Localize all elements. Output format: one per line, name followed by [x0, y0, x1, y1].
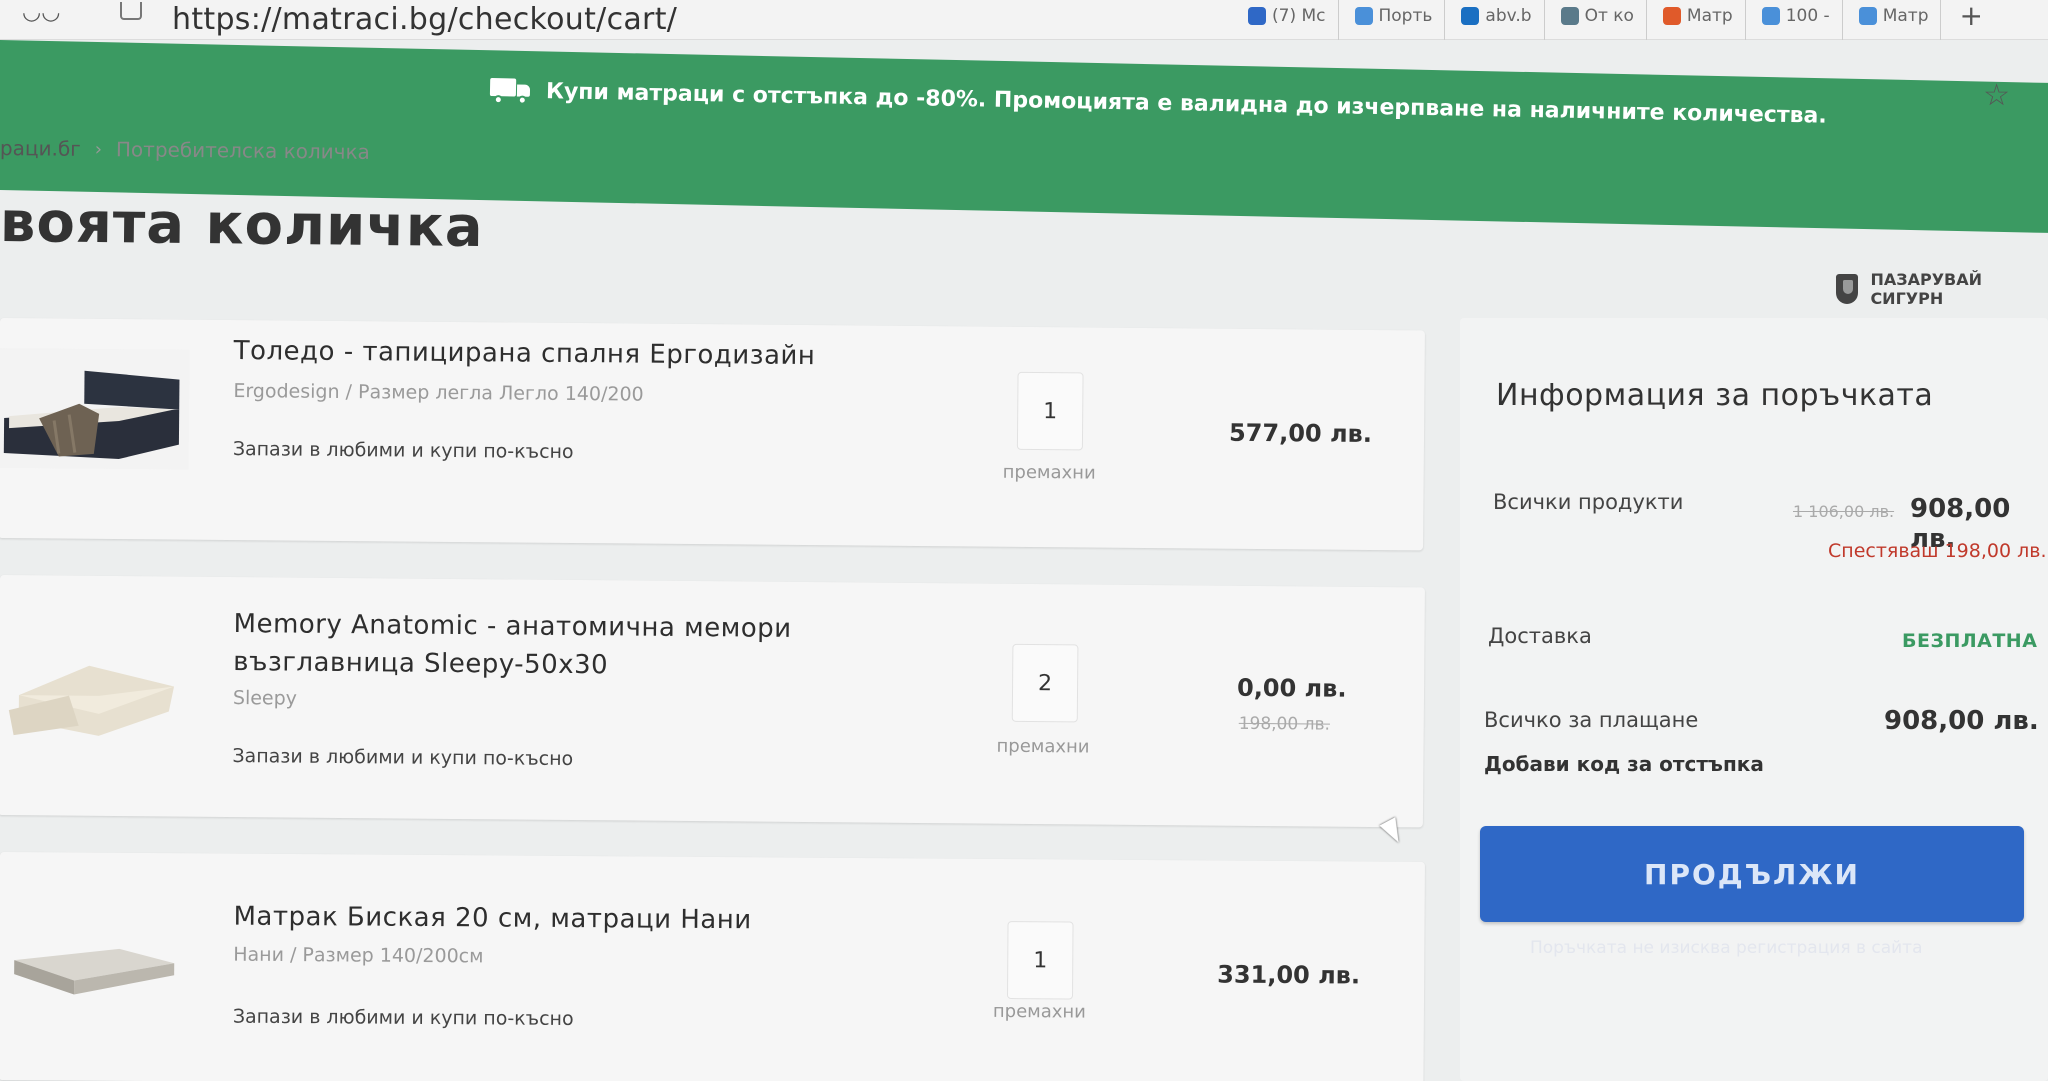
browser-tab[interactable]: 100 - [1754, 0, 1843, 40]
cart-item: Матрак Биская 20 см, матраци Нани Нани /… [0, 852, 1425, 1081]
remove-item-link[interactable]: премахни [993, 1001, 1086, 1023]
total-label: Всичко за плащане [1484, 708, 1699, 732]
product-image-pillow[interactable] [0, 634, 190, 757]
browser-tab[interactable]: От ко [1553, 0, 1647, 40]
item-old-price: 198,00 лв. [1238, 713, 1331, 735]
order-summary: Информация за поръчката Всички продукти … [1460, 318, 2048, 1081]
save-for-later-link[interactable]: Запази в любими и купи по-късно [233, 438, 574, 463]
new-tab-button[interactable]: + [1949, 0, 1992, 42]
browser-tab[interactable]: (7) Mc [1240, 0, 1339, 40]
product-image-bed[interactable] [0, 347, 190, 470]
tab-favicon-icon [1461, 7, 1480, 25]
item-price: 331,00 лв. [1217, 960, 1361, 990]
product-title[interactable]: Матрак Биская 20 см, матраци Нани [233, 898, 751, 940]
breadcrumb-separator-icon: › [94, 138, 103, 160]
browser-tab[interactable]: Матр [1851, 0, 1942, 40]
no-registration-note: Поръчката не изисква регистрация в сайта [1530, 938, 1923, 958]
cart-item: Толедо - тапицирана спалня Ергодизайн Er… [0, 318, 1425, 551]
address-bar[interactable]: https://matraci.bg/checkout/cart/ [172, 2, 677, 37]
breadcrumb-home[interactable]: раци.бг [0, 136, 81, 161]
quantity-field[interactable]: 2 [1011, 643, 1079, 723]
continue-button[interactable]: ПРОДЪЛЖИ [1480, 826, 2024, 922]
tab-favicon-icon [1761, 7, 1780, 25]
tab-label: (7) Mc [1272, 6, 1326, 26]
favorite-star-icon[interactable]: ☆ [1983, 78, 2010, 113]
browser-tab[interactable]: Матр [1655, 0, 1746, 40]
tab-favicon-icon [1354, 7, 1373, 25]
all-products-old-price: 1 106,00 лв. [1793, 502, 1895, 521]
save-for-later-link[interactable]: Запази в любими и купи по-късно [232, 745, 573, 770]
product-title[interactable]: Толедо - тапицирана спалня Ергодизайн [234, 332, 816, 375]
cart-item: Memory Anatomic - анатомична мемори възг… [0, 575, 1425, 828]
product-subtitle: Sleepy [232, 687, 298, 710]
total-value: 908,00 лв. [1884, 706, 2039, 736]
breadcrumb: раци.бг › Потребителска количка [0, 136, 370, 164]
quantity-field[interactable]: 1 [1016, 371, 1084, 451]
delivery-value: БЕЗПЛАТНА [1902, 630, 2038, 652]
tab-label: Порть [1378, 6, 1433, 26]
browser-tab[interactable]: Порть [1347, 0, 1446, 40]
breadcrumb-current: Потребителска количка [115, 137, 371, 164]
shield-icon [1836, 274, 1859, 304]
remove-item-link[interactable]: премахни [1003, 462, 1096, 484]
product-image-mattress[interactable] [0, 909, 190, 1032]
product-subtitle: Ergodesign / Размер легла Легло 140/200 [233, 380, 644, 406]
page-icon [120, 2, 142, 20]
tab-favicon-icon [1858, 7, 1877, 25]
product-title[interactable]: Memory Anatomic - анатомична мемори възг… [233, 605, 954, 687]
summary-title: Информация за поръчката [1496, 378, 1934, 413]
tab-label: Матр [1882, 6, 1929, 26]
add-discount-code-link[interactable]: Добави код за отстъпка [1484, 752, 1764, 776]
page-title: воята количка [0, 190, 484, 261]
tab-label: 100 - [1785, 6, 1830, 26]
browser-tab[interactable]: abv.b [1453, 0, 1545, 40]
tab-favicon-icon [1560, 7, 1579, 25]
delivery-label: Доставка [1488, 624, 1592, 648]
truck-icon [489, 76, 533, 105]
tab-label: От ко [1584, 6, 1634, 26]
save-for-later-link[interactable]: Запази в любими и купи по-късно [233, 1006, 574, 1030]
quantity-field[interactable]: 1 [1006, 921, 1074, 1000]
secure-shopping-badge: ПАЗАРУВАЙ СИГУРН [1836, 270, 2048, 308]
back-forward-icon[interactable]: ◡◡ [22, 0, 60, 25]
tab-label: Матр [1686, 6, 1733, 26]
remove-item-link[interactable]: премахни [996, 736, 1089, 758]
secure-shopping-label: ПАЗАРУВАЙ СИГУРН [1870, 270, 1982, 308]
browser-toolbar: ◡◡ https://matraci.bg/checkout/cart/ (7)… [0, 0, 2048, 40]
savings-text: Спестяваш 198,00 лв. [1828, 540, 2047, 562]
tab-favicon-icon [1248, 7, 1266, 25]
tab-strip: (7) Mc Порть abv.b От ко Матр 100 - Матр… [1240, 0, 1993, 40]
item-price: 0,00 лв. [1236, 673, 1347, 703]
tab-label: abv.b [1485, 6, 1532, 26]
all-products-label: Всички продукти [1493, 490, 1684, 514]
tab-favicon-icon [1662, 7, 1681, 25]
product-subtitle: Нани / Размер 140/200см [233, 943, 484, 968]
item-price: 577,00 лв. [1228, 418, 1373, 448]
